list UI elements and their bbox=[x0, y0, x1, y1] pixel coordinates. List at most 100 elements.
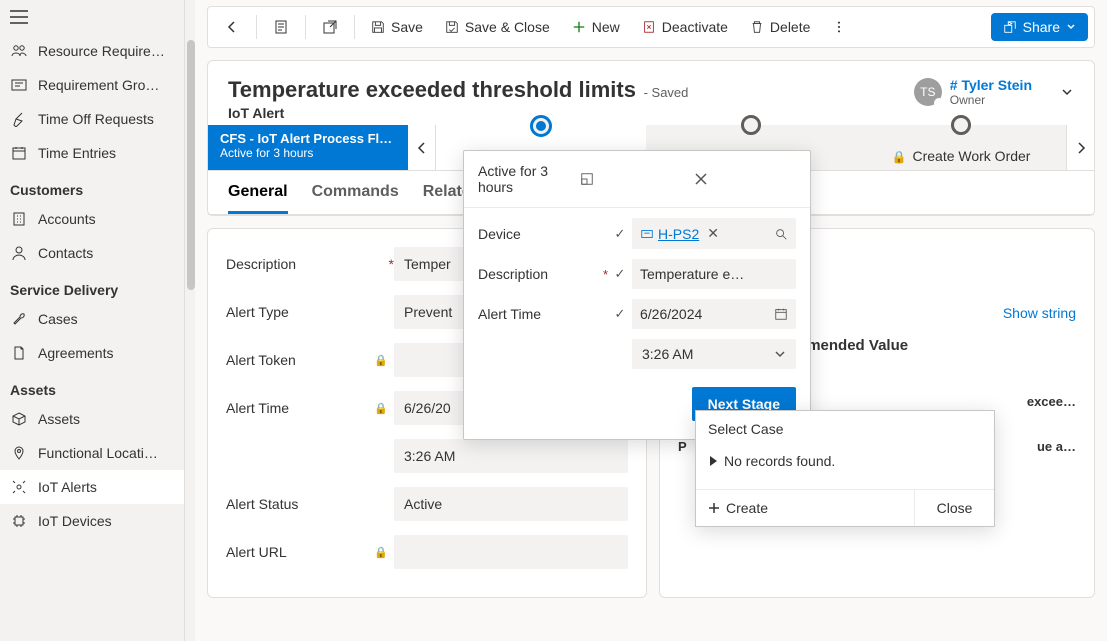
calendar-icon bbox=[10, 144, 28, 162]
nav-header-customers: Customers bbox=[0, 170, 195, 202]
nav-agreements[interactable]: Agreements bbox=[0, 336, 195, 370]
nav-accounts[interactable]: Accounts bbox=[0, 202, 195, 236]
clear-icon[interactable]: ✕ bbox=[707, 225, 719, 242]
nav-label: Accounts bbox=[38, 211, 96, 227]
data-cell: ue a… bbox=[1037, 439, 1076, 454]
record-saved-status: - Saved bbox=[644, 85, 689, 100]
caret-right-icon bbox=[708, 455, 718, 467]
lookup-value[interactable]: H-PS2 bbox=[658, 226, 699, 242]
nav-requirement-groups[interactable]: Requirement Gro… bbox=[0, 68, 195, 102]
presence-icon bbox=[934, 98, 944, 108]
share-label: Share bbox=[1023, 19, 1060, 35]
divider bbox=[305, 15, 306, 39]
bpf-prev-button[interactable] bbox=[408, 125, 436, 170]
alert-time-time-input: 3:26 AM bbox=[394, 439, 628, 473]
field-alert-time-time: 3:26 AM bbox=[226, 437, 628, 475]
field-label: Alert Token bbox=[226, 352, 296, 368]
check-icon: ✓ bbox=[608, 306, 632, 322]
nav-iot-devices[interactable]: IoT Devices bbox=[0, 504, 195, 538]
deactivate-button[interactable]: Deactivate bbox=[632, 13, 738, 41]
sidebar: Resource Require… Requirement Gro… Time … bbox=[0, 0, 195, 641]
nav-iot-alerts[interactable]: IoT Alerts bbox=[0, 470, 195, 504]
calendar-icon[interactable] bbox=[774, 307, 788, 321]
pin-icon bbox=[10, 444, 28, 462]
alert-time-time-input[interactable]: 3:26 AM bbox=[632, 339, 796, 369]
building-icon bbox=[10, 210, 28, 228]
field-label: Alert Type bbox=[226, 304, 289, 320]
nav-time-off-requests[interactable]: Time Off Requests bbox=[0, 102, 195, 136]
sp-field-alert-time: Alert Time ✓ 6/26/2024 bbox=[478, 299, 796, 329]
description-input[interactable]: Temperature e… bbox=[632, 259, 796, 289]
owner-block[interactable]: TS # Tyler Stein Owner bbox=[914, 77, 1074, 107]
device-lookup[interactable]: H-PS2 ✕ bbox=[632, 218, 796, 249]
field-label: Alert Time bbox=[478, 306, 598, 322]
save-button[interactable]: Save bbox=[361, 13, 433, 41]
nav-contacts[interactable]: Contacts bbox=[0, 236, 195, 270]
close-button[interactable]: Close bbox=[914, 490, 994, 526]
bpf-name: CFS - IoT Alert Process Fl… bbox=[220, 131, 396, 146]
bpf-active-duration: Active for 3 hours bbox=[220, 146, 396, 160]
close-icon[interactable] bbox=[694, 172, 796, 186]
stage-label: Create Work Order bbox=[912, 148, 1030, 164]
nav-resource-requirements[interactable]: Resource Require… bbox=[0, 34, 195, 68]
lock-icon: 🔒 bbox=[892, 150, 907, 164]
timeoff-icon bbox=[10, 110, 28, 128]
nav-label: Functional Locati… bbox=[38, 445, 158, 461]
person-icon bbox=[10, 244, 28, 262]
field-label: Description bbox=[478, 266, 598, 282]
record-entity-name: IoT Alert bbox=[228, 105, 914, 121]
nav-cases[interactable]: Cases bbox=[0, 302, 195, 336]
no-records-text: No records found. bbox=[724, 453, 835, 469]
nav-functional-locations[interactable]: Functional Locati… bbox=[0, 436, 195, 470]
field-alert-url: Alert URL 🔒 bbox=[226, 533, 628, 571]
dock-icon[interactable] bbox=[580, 172, 682, 186]
command-bar: Save Save & Close New Deactivate Delete … bbox=[207, 6, 1095, 48]
search-icon[interactable] bbox=[774, 227, 788, 241]
field-label: Alert URL bbox=[226, 544, 287, 560]
owner-name[interactable]: # Tyler Stein bbox=[950, 77, 1032, 93]
data-cell: P bbox=[678, 439, 687, 454]
stage-circle-icon bbox=[741, 115, 761, 135]
lock-icon: 🔒 bbox=[374, 402, 388, 415]
back-button[interactable] bbox=[214, 13, 250, 41]
form-selector-button[interactable] bbox=[263, 13, 299, 41]
group-icon bbox=[10, 76, 28, 94]
alert-status-input[interactable]: Active bbox=[394, 487, 628, 521]
nav-label: Requirement Gro… bbox=[38, 77, 159, 93]
deactivate-label: Deactivate bbox=[662, 19, 728, 35]
people-icon bbox=[10, 42, 28, 60]
chevron-down-icon[interactable] bbox=[1060, 85, 1074, 99]
show-string-link[interactable]: Show string bbox=[1003, 305, 1076, 321]
alert-time-date-input[interactable]: 6/26/2024 bbox=[632, 299, 796, 329]
check-icon: ✓ bbox=[608, 226, 632, 242]
bpf-next-button[interactable] bbox=[1066, 125, 1094, 170]
hamburger-menu[interactable] bbox=[0, 0, 195, 34]
lock-icon: 🔒 bbox=[374, 354, 388, 367]
new-button[interactable]: New bbox=[562, 13, 630, 41]
delete-button[interactable]: Delete bbox=[740, 13, 820, 41]
overflow-button[interactable] bbox=[822, 14, 856, 40]
wrench-icon bbox=[10, 310, 28, 328]
create-button[interactable]: Create bbox=[696, 490, 914, 526]
check-icon: ✓ bbox=[608, 266, 632, 282]
nav-label: Resource Require… bbox=[38, 43, 165, 59]
record-title: Temperature exceeded threshold limits bbox=[228, 77, 636, 102]
nav-assets[interactable]: Assets bbox=[0, 402, 195, 436]
save-close-button[interactable]: Save & Close bbox=[435, 13, 560, 41]
bpf-header[interactable]: CFS - IoT Alert Process Fl… Active for 3… bbox=[208, 125, 408, 170]
tab-general[interactable]: General bbox=[228, 183, 288, 214]
tab-commands[interactable]: Commands bbox=[312, 183, 399, 214]
bpf-stage-create-work-order[interactable]: 🔒 Create Work Order bbox=[856, 125, 1066, 170]
nav-time-entries[interactable]: Time Entries bbox=[0, 136, 195, 170]
open-new-window-button[interactable] bbox=[312, 13, 348, 41]
share-button[interactable]: Share bbox=[991, 13, 1088, 41]
nav-label: IoT Devices bbox=[38, 513, 112, 529]
field-alert-status: Alert Status Active bbox=[226, 485, 628, 523]
entity-icon bbox=[640, 227, 654, 241]
field-label: Alert Status bbox=[226, 496, 298, 512]
nav-label: Contacts bbox=[38, 245, 93, 261]
required-icon: * bbox=[598, 267, 608, 282]
nav-label: Cases bbox=[38, 311, 78, 327]
nav-label: Time Off Requests bbox=[38, 111, 154, 127]
lock-icon: 🔒 bbox=[374, 546, 388, 559]
